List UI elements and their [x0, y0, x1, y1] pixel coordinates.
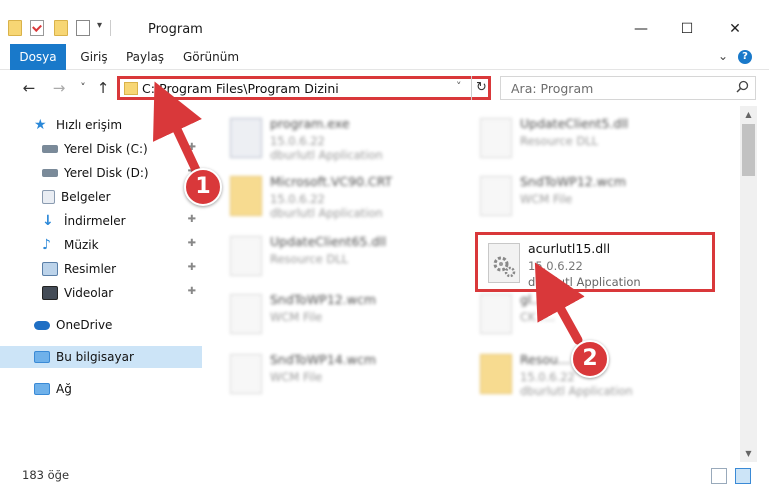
step-badge-2: 2: [571, 340, 609, 378]
arrow-to-address-bar: [153, 81, 202, 175]
arrow-to-file: [534, 262, 585, 345]
step-badge-1: 1: [184, 168, 222, 206]
annotation-arrows: [153, 81, 585, 345]
